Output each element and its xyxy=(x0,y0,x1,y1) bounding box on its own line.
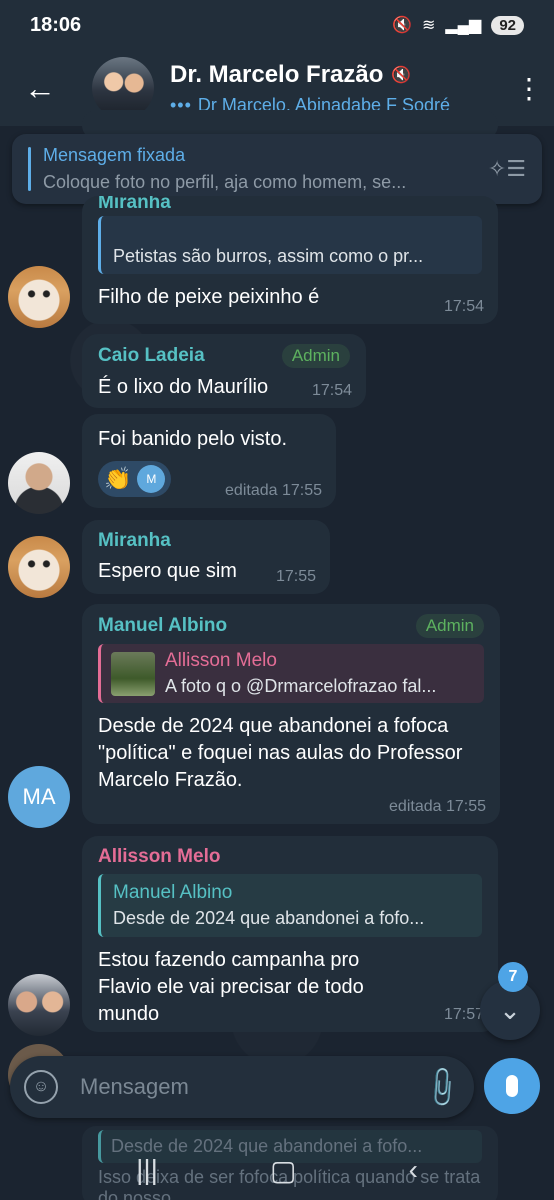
avatar[interactable] xyxy=(8,536,70,598)
header-info[interactable]: Dr. Marcelo Frazão 🔇 ••• Dr Marcelo, Abi… xyxy=(170,61,504,116)
clapping-emoji-icon: 👏 xyxy=(104,466,132,491)
muted-icon: 🔇 xyxy=(391,66,412,84)
message-bubble[interactable]: Miranha Petistas são burros, assim como … xyxy=(82,196,498,324)
avatar[interactable] xyxy=(8,452,70,514)
system-nav-bar: ||| ▢ ‹ xyxy=(0,1140,554,1200)
pinned-message-bar[interactable]: Mensagem fixada Coloque foto no perfil, … xyxy=(12,134,542,204)
home-icon[interactable]: ▢ xyxy=(270,1154,296,1187)
pinned-list-icon[interactable]: ✧☰ xyxy=(488,156,526,182)
message-text: Desde de 2024 que abandonei a fofoca "po… xyxy=(98,715,463,791)
message-time: 17:57 xyxy=(443,1006,484,1023)
pinned-content: Mensagem fixada Coloque foto no perfil, … xyxy=(43,145,476,193)
admin-badge: Admin xyxy=(281,344,350,368)
message-text: Foi banido pelo visto. xyxy=(98,428,288,450)
avatar-initials[interactable]: MA xyxy=(8,766,70,828)
signal-icon: ▂▄▆ xyxy=(445,17,482,34)
message-sender: Manuel Albino Admin xyxy=(98,614,484,638)
battery-indicator: 92 xyxy=(491,15,524,35)
message-sender: Miranha xyxy=(98,196,171,210)
reply-preview[interactable]: Allisson Melo A foto q o @Drmarcelofraza… xyxy=(98,644,484,703)
reply-title: Manuel Albino xyxy=(113,882,233,903)
unread-count-badge: 7 xyxy=(498,962,528,992)
reply-preview[interactable]: Manuel Albino Desde de 2024 que abandone… xyxy=(98,874,482,937)
message-bubble[interactable]: Manuel Albino Admin Allisson Melo A foto… xyxy=(82,604,500,824)
attach-icon[interactable]: 📎 xyxy=(419,1063,467,1111)
message-time: editada 17:55 xyxy=(225,482,322,499)
mute-status-icon: 🔇 xyxy=(392,17,412,34)
message-sender: Caio Ladeia Admin xyxy=(98,344,350,368)
message-text: Filho de peixe peixinho é xyxy=(98,286,320,308)
reply-text: Petistas são burros, assim como o pr... xyxy=(113,246,424,266)
message-bubble[interactable]: Allisson Melo Manuel Albino Desde de 202… xyxy=(82,836,498,1032)
admin-badge: Admin xyxy=(415,614,484,638)
emoji-icon[interactable]: ☺ xyxy=(24,1070,58,1104)
reaction-chip[interactable]: 👏 M xyxy=(98,461,172,497)
status-bar: 18:06 🔇 ≋ ▂▄▆ 92 xyxy=(0,0,554,50)
message-composer: ☺ 📎 xyxy=(10,1056,474,1118)
message-bubble[interactable]: Caio Ladeia Admin É o lixo do Maurílio 1… xyxy=(82,334,366,408)
reaction-avatar: M xyxy=(137,465,166,493)
sender-name: Manuel Albino xyxy=(98,615,228,636)
message-sender: Miranha xyxy=(98,530,171,551)
avatar[interactable] xyxy=(8,974,70,1036)
message-bubble[interactable]: Miranha Espero que sim 17:55 xyxy=(82,520,330,594)
reply-text: Desde de 2024 que abandonei a fofo... xyxy=(113,908,425,928)
message-text: Estou fazendo campanha pro Flavio ele va… xyxy=(98,949,364,1025)
voice-message-button[interactable] xyxy=(484,1058,540,1114)
recent-apps-icon[interactable]: ||| xyxy=(136,1154,158,1186)
reply-photo-thumbnail xyxy=(111,651,155,696)
wifi-icon: ≋ xyxy=(421,17,436,34)
message-sender: Allisson Melo xyxy=(98,846,221,867)
pinned-title: Mensagem fixada xyxy=(43,145,186,165)
message-time: 17:54 xyxy=(443,298,484,315)
microphone-icon xyxy=(506,1075,518,1097)
chevron-down-icon: ⌄ xyxy=(499,994,521,1025)
reply-preview[interactable]: Petistas são burros, assim como o pr... xyxy=(98,216,482,274)
pinned-accent-bar xyxy=(28,147,31,191)
chat-title: Dr. Marcelo Frazão 🔇 xyxy=(170,61,504,89)
message-time: editada 17:55 xyxy=(389,798,486,815)
status-time: 18:06 xyxy=(30,13,82,36)
message-input[interactable] xyxy=(80,1074,418,1100)
chat-title-text: Dr. Marcelo Frazão xyxy=(170,60,384,88)
sender-name: Caio Ladeia xyxy=(98,345,205,366)
back-nav-icon[interactable]: ‹ xyxy=(409,1154,418,1186)
message-time: 17:55 xyxy=(275,568,316,585)
reply-content: Allisson Melo A foto q o @Drmarcelofraza… xyxy=(165,650,436,697)
reply-title: Allisson Melo xyxy=(165,650,277,671)
message-time: 17:54 xyxy=(311,382,352,399)
status-icons: 🔇 ≋ ▂▄▆ 92 xyxy=(392,15,524,35)
message-bubble[interactable]: Foi banido pelo visto. 👏 M editada 17:55 xyxy=(82,414,336,508)
pinned-text: Coloque foto no perfil, aja como homem, … xyxy=(43,172,407,192)
avatar[interactable] xyxy=(8,266,70,328)
more-options-icon[interactable]: ⋮ xyxy=(504,50,554,126)
back-arrow-icon[interactable]: ← xyxy=(0,50,80,126)
reply-text: A foto q o @Drmarcelofrazao fal... xyxy=(165,676,437,696)
